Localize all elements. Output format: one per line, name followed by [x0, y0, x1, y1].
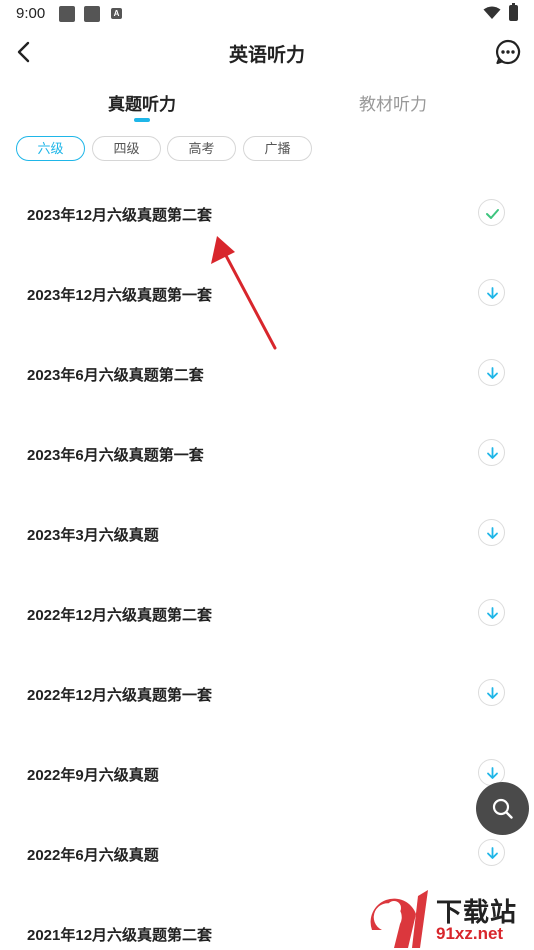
- chip-cet4[interactable]: 四级: [92, 136, 161, 161]
- status-time: 9:00: [16, 5, 46, 22]
- download-icon: [487, 527, 498, 539]
- message-button[interactable]: [494, 38, 522, 66]
- check-icon: [486, 209, 499, 219]
- tab-real-exam[interactable]: 真题听力: [108, 90, 176, 115]
- tab-textbook[interactable]: 教材听力: [359, 90, 427, 115]
- item-title: 2023年12月六级真题第二套: [27, 207, 213, 224]
- chip-gaokao[interactable]: 高考: [167, 136, 236, 161]
- download-icon: [487, 447, 498, 459]
- item-title: 2022年12月六级真题第二套: [27, 607, 213, 624]
- download-icon: [487, 847, 498, 859]
- page-title: 英语听力: [228, 45, 305, 66]
- search-icon: [492, 798, 513, 819]
- watermark-domain: 91xz.net: [436, 924, 504, 943]
- item-title: 2023年6月六级真题第一套: [27, 447, 204, 464]
- list-item[interactable]: 2022年9月六级真题: [0, 732, 534, 812]
- tab-indicator: [134, 118, 150, 122]
- item-title: 2022年12月六级真题第一套: [27, 687, 213, 704]
- download-icon: [487, 287, 498, 299]
- annotation-arrow-icon: [211, 236, 277, 350]
- watermark: 下载站 91xz.net: [362, 886, 534, 950]
- download-button[interactable]: [478, 839, 505, 866]
- watermark-logo-icon: [370, 890, 428, 948]
- search-button[interactable]: [476, 782, 529, 835]
- notification-icon: [84, 6, 100, 22]
- item-title: 2023年6月六级真题第二套: [27, 367, 204, 384]
- item-title: 2022年9月六级真题: [27, 767, 159, 784]
- chat-bubble-icon: [496, 39, 521, 65]
- item-title: 2021年12月六级真题第二套: [27, 927, 213, 944]
- screen: 9:00 A 英语听力 真题听力 教材听力 六级 四级 高考 广播 2023年1…: [0, 0, 534, 950]
- download-button[interactable]: [478, 679, 505, 706]
- notification-icon: [59, 6, 75, 22]
- download-button[interactable]: [478, 599, 505, 626]
- wifi-icon: [483, 6, 501, 19]
- notification-a-icon: A: [111, 8, 122, 19]
- download-button[interactable]: [478, 279, 505, 306]
- list-item[interactable]: 2022年12月六级真题第一套: [0, 652, 534, 732]
- item-title: 2023年12月六级真题第一套: [27, 287, 213, 304]
- list-item[interactable]: 2023年3月六级真题: [0, 492, 534, 572]
- downloaded-status[interactable]: [478, 199, 505, 226]
- chip-cet6[interactable]: 六级: [16, 136, 85, 161]
- item-title: 2023年3月六级真题: [27, 527, 159, 544]
- download-button[interactable]: [478, 519, 505, 546]
- list-item[interactable]: 2022年12月六级真题第二套: [0, 572, 534, 652]
- list-item[interactable]: 2023年6月六级真题第一套: [0, 412, 534, 492]
- item-title: 2022年6月六级真题: [27, 847, 159, 864]
- header: 英语听力: [0, 30, 534, 74]
- battery-icon: [509, 3, 518, 21]
- download-icon: [487, 607, 498, 619]
- download-icon: [487, 687, 498, 699]
- download-icon: [487, 767, 498, 779]
- download-icon: [487, 367, 498, 379]
- chip-broadcast[interactable]: 广播: [243, 136, 312, 161]
- download-button[interactable]: [478, 439, 505, 466]
- download-button[interactable]: [478, 359, 505, 386]
- list-item[interactable]: 2022年6月六级真题: [0, 812, 534, 892]
- status-bar: 9:00 A: [0, 0, 534, 28]
